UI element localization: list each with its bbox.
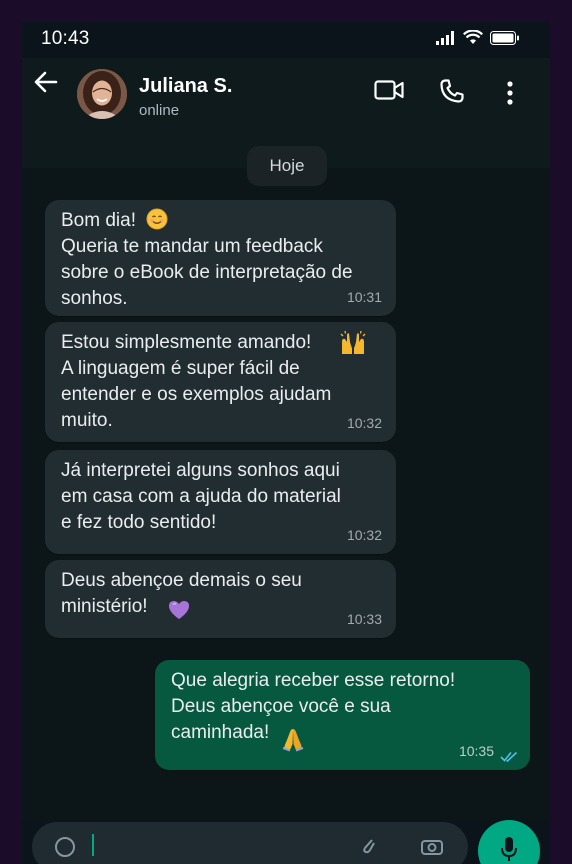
purple-heart-icon [169, 601, 189, 619]
mic-button[interactable] [478, 820, 540, 864]
read-ticks-icon [500, 751, 518, 762]
message-text: Que alegria receber esse retorno! Deus a… [171, 670, 456, 743]
signal-icon [436, 30, 454, 45]
message-text: Bom dia! Queria te mandar um feedback so… [61, 210, 353, 309]
raising-hands-icon [340, 330, 366, 354]
contact-status: online [139, 102, 180, 119]
video-call-icon[interactable] [374, 79, 404, 101]
message-time: 10:32 [346, 415, 382, 431]
message-time: 10:35 [458, 743, 494, 759]
message-bubble-incoming[interactable]: Estou simplesmente amando! A linguagem é… [45, 322, 396, 442]
message-bubble-incoming[interactable]: Já interpretei alguns sonhos aqui em cas… [45, 450, 396, 554]
back-arrow-icon[interactable] [32, 68, 60, 96]
message-bubble-outgoing[interactable]: Que alegria receber esse retorno! Deus a… [155, 660, 530, 770]
date-chip: Hoje [247, 146, 327, 186]
message-composer[interactable] [32, 822, 468, 864]
avatar-photo [77, 69, 127, 119]
message-text: Estou simplesmente amando! A linguagem é… [61, 332, 332, 431]
folded-hands-icon [282, 729, 304, 752]
message-text: Já interpretei alguns sonhos aqui em cas… [61, 460, 341, 533]
smiling-face-icon [146, 208, 168, 230]
more-options-icon[interactable] [506, 80, 514, 106]
phone-call-icon[interactable] [439, 78, 465, 104]
message-time: 10:33 [346, 611, 382, 627]
wifi-icon [463, 30, 483, 44]
message-time: 10:32 [346, 527, 382, 543]
emoji-picker-icon[interactable] [54, 836, 76, 858]
status-time: 10:43 [41, 28, 90, 49]
system-icons [436, 30, 520, 45]
text-cursor [92, 834, 94, 856]
contact-avatar[interactable] [77, 69, 127, 119]
contact-name[interactable]: Juliana S. [139, 75, 232, 98]
status-bar: 10:43 [22, 22, 550, 58]
phone-screen: 10:43 Juliana S. online Hoje Bom dia! Qu… [22, 22, 550, 864]
message-bubble-incoming[interactable]: Deus abençoe demais o seu ministério! 10… [45, 560, 396, 638]
battery-icon [490, 30, 519, 45]
message-time: 10:31 [346, 289, 382, 305]
microphone-icon [501, 837, 517, 861]
message-bubble-incoming[interactable]: Bom dia! Queria te mandar um feedback so… [45, 200, 396, 316]
attach-icon[interactable] [360, 834, 376, 856]
camera-icon[interactable] [420, 836, 444, 856]
